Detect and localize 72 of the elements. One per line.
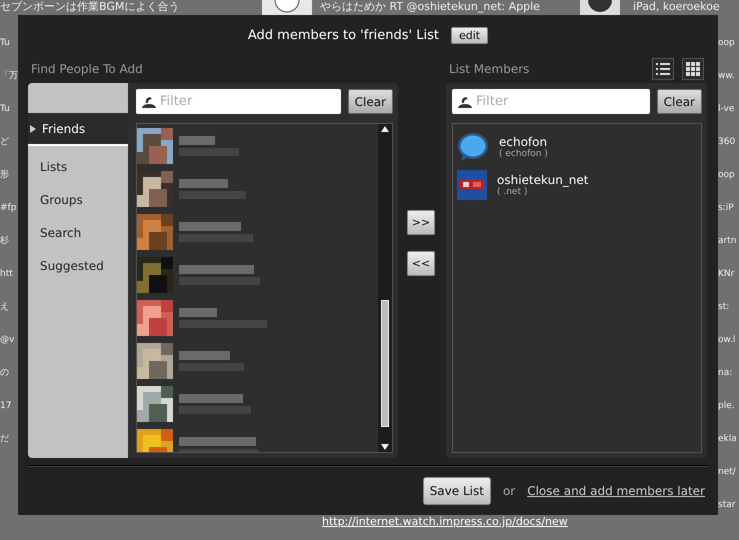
blurred-name-drawing [179, 136, 239, 156]
tweet-fragment: ど [0, 136, 10, 149]
member-handle: ( .net ) [497, 187, 528, 197]
blurred-name-drawing [179, 351, 244, 371]
speech-bubble-icon [457, 132, 489, 162]
tweet-fragment: @v [0, 334, 16, 347]
list-view-icon [656, 63, 670, 75]
filter-icon [457, 95, 473, 109]
source-item[interactable]: Groups [28, 183, 128, 216]
tweet-fragment: 「万 [0, 70, 18, 83]
tweet-fragment: star [718, 499, 736, 512]
triangle-icon [30, 124, 36, 132]
tweet-fragment: ple. [718, 400, 736, 413]
member-name: oshietekun_net [497, 173, 588, 187]
dialog-title: Add members to 'friends' List [248, 28, 439, 42]
close-link[interactable]: Close and add members later [527, 484, 705, 498]
source-item[interactable]: Friends [28, 113, 128, 146]
tweet-fragment: KNr [718, 268, 736, 281]
tweet-fragment: Tu [0, 37, 11, 50]
member-handle: ( echofon ) [499, 149, 548, 159]
tweet-fragment: htt [0, 268, 14, 281]
view-toggle[interactable] [682, 58, 704, 80]
section-heading: List Members [449, 62, 530, 76]
member-name: echofon [499, 135, 548, 149]
blurred-name-drawing [179, 394, 251, 414]
tweet-fragment: oop [718, 37, 736, 50]
avatar-icon [262, 0, 312, 15]
tweet-fragment: st: [718, 301, 730, 314]
tweet-fragment: #fp [0, 202, 18, 215]
tweet-fragment: え [0, 301, 10, 314]
tweet-text: セブンボーンは作業BGMによく合う [0, 0, 180, 13]
avatar-icon [580, 0, 620, 15]
filter-field[interactable]: Filter [452, 89, 650, 114]
tweet-fragment: 17 [0, 400, 12, 413]
grid-view-icon [686, 62, 700, 76]
filter-field[interactable]: Filter [136, 89, 341, 114]
tweet-fragment: 杉 [0, 235, 10, 248]
tweet-fragment: ekla [718, 433, 738, 446]
clear-button[interactable]: Clear [348, 89, 393, 114]
tweet-fragment: net/ [718, 466, 737, 479]
tweet-fragment: s:iP [718, 202, 735, 215]
filter-icon [141, 95, 157, 109]
tweet-fragment: artn [718, 235, 738, 248]
scroll-thumb[interactable] [381, 300, 389, 426]
scrollbar[interactable] [378, 124, 392, 452]
edit-button[interactable]: edit [450, 26, 488, 44]
tweet-link[interactable]: http://internet.watch.impress.co.jp/docs/new [322, 515, 568, 529]
clear-button[interactable]: Clear [656, 89, 702, 114]
section-heading: Find People To Add [31, 62, 143, 76]
source-item[interactable]: Search [28, 216, 128, 249]
tweet-fragment: na: [718, 367, 734, 380]
tweet-fragment: oop [718, 169, 736, 182]
or-text: or [502, 484, 516, 498]
tweet-fragment: だ [0, 433, 10, 446]
down-arrow-icon [381, 444, 389, 450]
tweet-fragment: 360 [718, 136, 736, 149]
tweet-fragment: の [0, 367, 10, 380]
add-button[interactable]: >> [407, 210, 435, 235]
tweet-fragment: ww. [718, 70, 736, 83]
save-list-button[interactable]: Save List [422, 476, 491, 504]
up-arrow-icon [381, 126, 389, 132]
view-toggle[interactable] [652, 58, 674, 80]
tweet-fragment: ow.l [718, 334, 736, 347]
source-item[interactable]: Suggested [28, 249, 128, 282]
tweet-fragment: 形 [0, 169, 10, 182]
tweet-fragment: l-ve [718, 103, 736, 116]
remove-button[interactable]: << [407, 251, 435, 276]
source-item[interactable]: Lists [28, 150, 128, 183]
tweet-text: やらはためか RT @oshietekun_net: Apple [319, 0, 541, 13]
tweet-fragment: Tu [0, 103, 11, 116]
blurred-name-drawing [179, 179, 246, 199]
tweet-text: iPad, koeroekoe [632, 0, 720, 13]
